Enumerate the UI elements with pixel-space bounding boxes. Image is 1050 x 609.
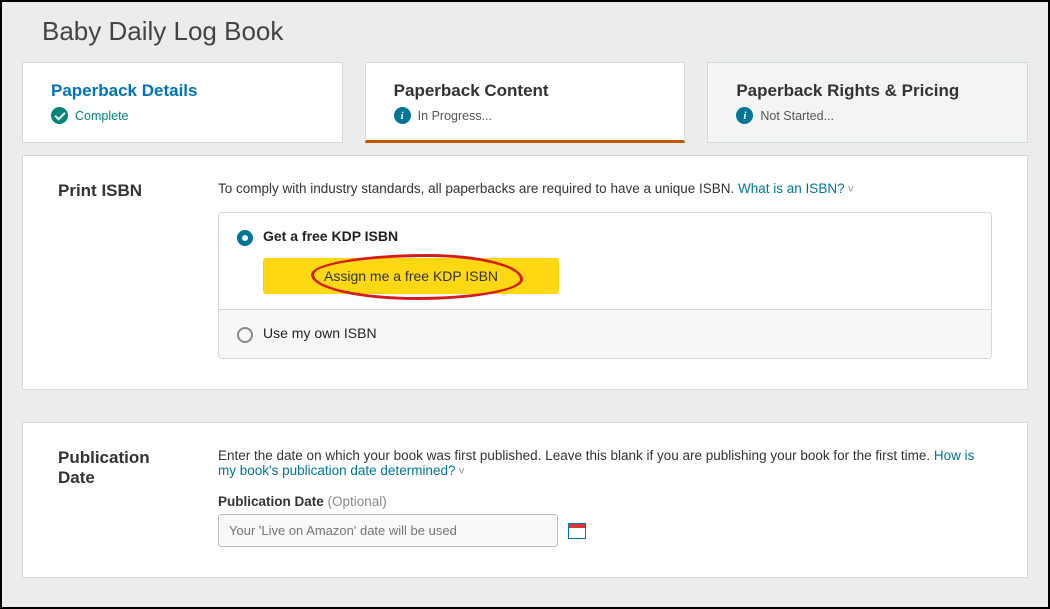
check-circle-icon xyxy=(51,107,68,124)
pub-date-optional-label: (Optional) xyxy=(324,494,387,509)
pub-date-field-label: Publication Date xyxy=(218,494,324,509)
calendar-icon[interactable] xyxy=(568,523,586,539)
info-circle-icon: i xyxy=(394,107,411,124)
tab-paperback-rights-pricing[interactable]: Paperback Rights & Pricing i Not Started… xyxy=(707,62,1028,143)
publication-date-input[interactable] xyxy=(218,514,558,547)
tab-title: Paperback Rights & Pricing xyxy=(736,81,999,101)
radio-option-free-isbn[interactable]: Get a free KDP ISBN Assign me a free KDP… xyxy=(219,213,991,309)
section-heading-pub-date: Publication Date xyxy=(58,448,188,547)
radio-label-free: Get a free KDP ISBN xyxy=(263,228,559,244)
info-circle-icon: i xyxy=(736,107,753,124)
tab-paperback-content[interactable]: Paperback Content i In Progress... xyxy=(365,62,686,143)
publication-date-panel: Publication Date Enter the date on which… xyxy=(22,422,1028,578)
isbn-description: To comply with industry standards, all p… xyxy=(218,181,992,196)
tab-paperback-details[interactable]: Paperback Details Complete xyxy=(22,62,343,143)
section-heading-isbn: Print ISBN xyxy=(58,181,188,359)
radio-icon xyxy=(237,230,253,246)
tab-status: Complete xyxy=(75,109,129,123)
tab-status: In Progress... xyxy=(418,109,492,123)
pub-date-description: Enter the date on which your book was fi… xyxy=(218,448,992,478)
assign-free-isbn-button[interactable]: Assign me a free KDP ISBN xyxy=(263,258,559,294)
tab-title: Paperback Content xyxy=(394,81,657,101)
tab-status: Not Started... xyxy=(760,109,834,123)
tab-title: Paperback Details xyxy=(51,81,314,101)
isbn-radio-group: Get a free KDP ISBN Assign me a free KDP… xyxy=(218,212,992,359)
page-title: Baby Daily Log Book xyxy=(42,16,1028,47)
tabs-row: Paperback Details Complete Paperback Con… xyxy=(22,62,1028,143)
radio-label-own: Use my own ISBN xyxy=(263,325,377,341)
radio-icon xyxy=(237,327,253,343)
print-isbn-panel: Print ISBN To comply with industry stand… xyxy=(22,155,1028,390)
what-is-isbn-link[interactable]: What is an ISBN? xyxy=(738,181,854,196)
radio-option-own-isbn[interactable]: Use my own ISBN xyxy=(219,309,991,358)
